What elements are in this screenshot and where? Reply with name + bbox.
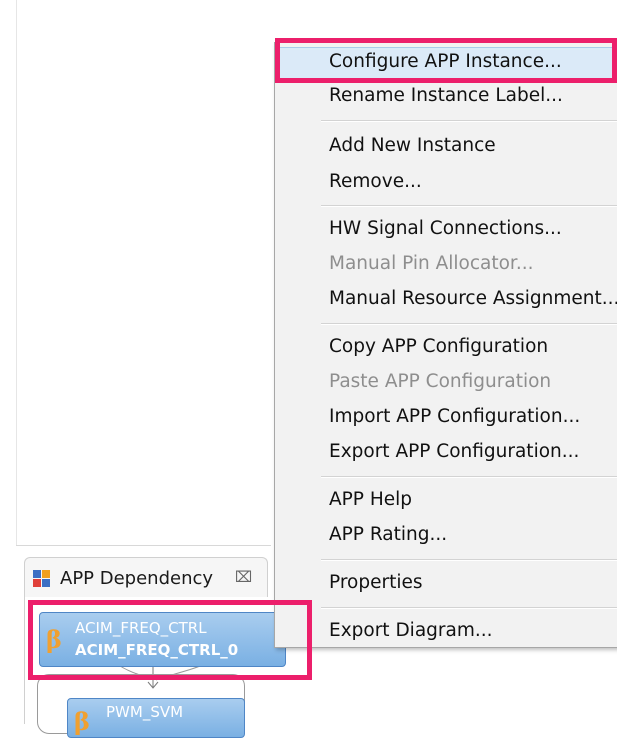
menu-item-properties[interactable]: Properties xyxy=(329,571,423,595)
menu-item-export-diagram[interactable]: Export Diagram... xyxy=(329,619,493,643)
menu-separator xyxy=(321,476,617,478)
menu-item-app-help[interactable]: APP Help xyxy=(329,488,412,512)
menu-item-manual-pin-allocator[interactable]: Manual Pin Allocator... xyxy=(329,252,534,276)
menu-item-paste-app-configuration[interactable]: Paste APP Configuration xyxy=(329,370,551,394)
node-app-name: PWM_SVM xyxy=(106,703,184,721)
menu-gutter xyxy=(275,43,309,647)
menu-item-export-app-configuration[interactable]: Export APP Configuration... xyxy=(329,440,579,464)
menu-separator xyxy=(321,559,617,561)
menu-item-hw-signal-connections[interactable]: HW Signal Connections... xyxy=(329,217,562,241)
beta-icon: β xyxy=(74,707,90,736)
menu-separator xyxy=(321,323,617,325)
menu-separator xyxy=(321,205,617,207)
screenshot-root: APP Dependency ⌧ β ACIM_FREQ_CTRL ACIM_F… xyxy=(0,0,617,738)
menu-item-rename-instance-label[interactable]: Rename Instance Label... xyxy=(329,84,563,108)
menu-separator xyxy=(321,120,617,122)
menu-item-add-new-instance[interactable]: Add New Instance xyxy=(329,134,496,158)
menu-item-import-app-configuration[interactable]: Import APP Configuration... xyxy=(329,405,580,429)
menu-item-copy-app-configuration[interactable]: Copy APP Configuration xyxy=(329,335,548,359)
annotation-box-menu-item xyxy=(275,38,617,83)
app-node-pwm-svm[interactable]: β PWM_SVM xyxy=(67,698,245,738)
menu-item-remove[interactable]: Remove... xyxy=(329,170,422,194)
menu-item-app-rating[interactable]: APP Rating... xyxy=(329,523,447,547)
context-menu: Configure APP Instance... Rename Instanc… xyxy=(274,42,617,648)
menu-item-manual-resource-assignment[interactable]: Manual Resource Assignment... xyxy=(329,287,617,311)
menu-separator xyxy=(321,607,617,609)
annotation-box-app-node xyxy=(28,600,312,680)
